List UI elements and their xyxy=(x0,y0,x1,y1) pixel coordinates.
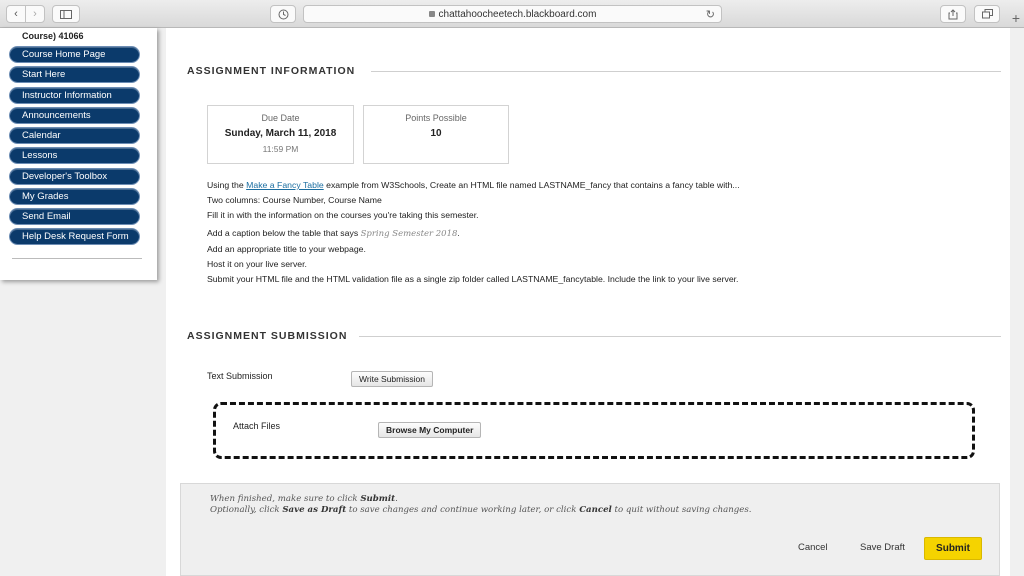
menu-item-instructor-information[interactable]: Instructor Information xyxy=(9,86,140,104)
instruction-line-1: Using the Make a Fancy Table example fro… xyxy=(207,180,740,190)
footer-text: to quit without saving changes. xyxy=(611,505,752,515)
lock-icon xyxy=(428,11,435,17)
section-divider xyxy=(371,71,1001,72)
footer-text: Optionally, click xyxy=(210,505,283,515)
due-date-label: Due Date xyxy=(261,113,300,123)
browser-toolbar: ‹ › chattahoocheetech.blackboard.com ↻ + xyxy=(0,0,1024,28)
menu-item-developers-toolbox[interactable]: Developer's Toolbox xyxy=(9,167,140,185)
menu-item-start-here[interactable]: Start Here xyxy=(9,66,140,84)
footer-note-2: Optionally, click Save as Draft to save … xyxy=(210,505,752,515)
show-tabs-button[interactable] xyxy=(974,5,1000,23)
menu-item-help-desk-request-form[interactable]: Help Desk Request Form xyxy=(9,228,140,246)
footer-text: Submit xyxy=(360,494,396,504)
attach-files-dropzone[interactable]: Attach Files Browse My Computer xyxy=(213,402,975,459)
share-icon xyxy=(948,8,958,19)
text-submission-label: Text Submission xyxy=(207,371,273,381)
sidebar-toggle-button[interactable] xyxy=(52,5,80,23)
chevron-left-icon: ‹ xyxy=(14,8,18,20)
url-text: chattahoocheetech.blackboard.com xyxy=(438,8,597,20)
reader-button[interactable] xyxy=(270,5,296,23)
assignment-information-heading: ASSIGNMENT INFORMATION xyxy=(187,65,356,77)
menu-item-send-email[interactable]: Send Email xyxy=(9,208,140,225)
address-bar[interactable]: chattahoocheetech.blackboard.com ↻ xyxy=(303,5,722,23)
due-time-value: 11:59 PM xyxy=(262,144,299,154)
instruction-line-7: Submit your HTML file and the HTML valid… xyxy=(207,274,739,284)
footer-text: to save changes and continue working lat… xyxy=(346,505,580,515)
instruction-text: Add a caption below the table that says xyxy=(207,228,361,238)
cancel-button[interactable]: Cancel xyxy=(798,542,828,553)
instruction-line-5: Add an appropriate title to your webpage… xyxy=(207,244,366,254)
menu-item-course-home-page[interactable]: Course Home Page xyxy=(9,46,140,63)
sidebar-icon xyxy=(60,9,72,19)
footer-text: Cancel xyxy=(579,505,612,515)
points-possible-value: 10 xyxy=(430,128,442,139)
browse-my-computer-button[interactable]: Browse My Computer xyxy=(378,422,482,438)
chevron-right-icon: › xyxy=(33,8,37,20)
points-possible-box: Points Possible 10 xyxy=(363,105,509,164)
save-draft-button[interactable]: Save Draft xyxy=(860,542,905,553)
menu-item-lessons[interactable]: Lessons xyxy=(9,147,140,165)
instruction-line-4: Add a caption below the table that says … xyxy=(207,228,460,239)
share-button[interactable] xyxy=(940,5,966,23)
menu-item-calendar[interactable]: Calendar xyxy=(9,127,140,144)
make-a-fancy-table-link[interactable]: Make a Fancy Table xyxy=(246,180,324,190)
footer-note-1: When finished, make sure to click Submit… xyxy=(210,494,398,504)
footer-text: When finished, make sure to click xyxy=(210,494,361,504)
menu-item-announcements[interactable]: Announcements xyxy=(9,106,140,124)
write-submission-button[interactable]: Write Submission xyxy=(351,371,433,387)
submission-footer: When finished, make sure to click Submit… xyxy=(180,483,1000,576)
instruction-line-2: Two columns: Course Number, Course Name xyxy=(207,195,382,205)
course-menu: Course) 41066 Course Home Page Start Her… xyxy=(0,28,157,280)
section-divider xyxy=(359,336,1001,337)
course-menu-list: Course Home Page Start Here Instructor I… xyxy=(9,46,140,249)
menu-divider xyxy=(12,258,142,259)
due-date-value: Sunday, March 11, 2018 xyxy=(224,128,337,139)
assignment-submission-heading: ASSIGNMENT SUBMISSION xyxy=(187,330,348,342)
new-tab-button[interactable]: + xyxy=(1008,8,1024,28)
menu-item-my-grades[interactable]: My Grades xyxy=(9,187,140,205)
instruction-line-6: Host it on your live server. xyxy=(207,259,307,269)
caption-example-text: Spring Semester 2018 xyxy=(360,229,458,239)
instruction-text: example from W3Schools, Create an HTML f… xyxy=(323,180,740,190)
submit-button[interactable]: Submit xyxy=(924,537,982,560)
instruction-text: Using the xyxy=(207,180,247,190)
instruction-text: . xyxy=(457,228,460,238)
footer-text: Save as Draft xyxy=(282,505,347,515)
instruction-line-3: Fill it in with the information on the c… xyxy=(207,210,479,220)
due-date-box: Due Date Sunday, March 11, 2018 11:59 PM xyxy=(207,105,354,164)
footer-text: . xyxy=(395,494,398,504)
back-button[interactable]: ‹ xyxy=(6,5,26,23)
forward-button[interactable]: › xyxy=(25,5,45,23)
reload-icon[interactable]: ↻ xyxy=(706,8,715,21)
points-possible-label: Points Possible xyxy=(405,113,467,123)
plus-icon: + xyxy=(1011,10,1021,26)
attach-files-label: Attach Files xyxy=(233,421,281,431)
tabs-icon xyxy=(981,9,993,19)
clock-icon xyxy=(278,9,288,19)
course-title: Course) 41066 xyxy=(22,31,84,41)
